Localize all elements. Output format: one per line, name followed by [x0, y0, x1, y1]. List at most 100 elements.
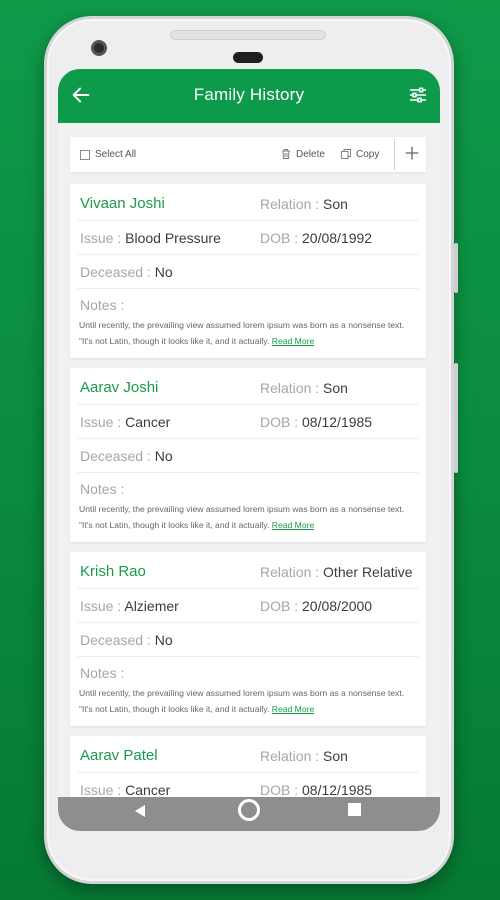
dob-value: 20/08/1992 — [302, 230, 373, 246]
deceased-field: Deceased : No — [80, 264, 173, 280]
dob-value: 08/12/1985 — [302, 414, 373, 430]
plus-icon[interactable] — [402, 143, 422, 163]
dob-label: DOB : — [260, 230, 303, 246]
dob-field: DOB : 08/12/1985 — [260, 782, 372, 798]
member-name: Vivaan Joshi — [80, 195, 165, 212]
relation-value: Other Relative — [323, 564, 413, 580]
issue-value: Alziemer — [124, 598, 179, 614]
delete-label: Delete — [296, 148, 325, 160]
volume-button — [454, 363, 458, 473]
front-camera — [91, 40, 107, 56]
card-notes-row: Notes : — [70, 470, 426, 504]
power-button — [454, 243, 458, 293]
deceased-value: No — [154, 448, 173, 464]
member-name: Aarav Patel — [80, 747, 158, 764]
app-bar: Family History — [58, 69, 440, 123]
read-more-link[interactable]: Read More — [272, 520, 315, 530]
card-issue-row: Issue : Blood Pressure DOB : 20/08/1992 — [70, 218, 426, 252]
dob-label: DOB : — [260, 782, 303, 798]
deceased-field: Deceased : No — [80, 448, 173, 464]
issue-field: Issue : Alziemer — [80, 598, 179, 614]
card-issue-row: Issue : Cancer DOB : 08/12/1985 — [70, 402, 426, 436]
relation-field: Relation : Son — [260, 748, 348, 764]
issue-label: Issue : — [80, 414, 126, 430]
card-notes-row: Notes : — [70, 654, 426, 688]
card-deceased-row: Deceased : No — [70, 620, 426, 654]
relation-field: Relation : Son — [260, 196, 348, 212]
issue-label: Issue : — [80, 230, 126, 246]
member-name: Krish Rao — [80, 563, 146, 580]
card-header-row: Krish Rao Relation : Other Relative — [70, 552, 426, 586]
relation-label: Relation : — [260, 564, 324, 580]
notes-text: Until recently, the prevailing view assu… — [79, 501, 419, 533]
relation-value: Son — [323, 196, 348, 212]
history-card[interactable]: Vivaan Joshi Relation : Son Issue : Bloo… — [70, 184, 426, 358]
card-header-row: Vivaan Joshi Relation : Son — [70, 184, 426, 218]
dob-label: DOB : — [260, 414, 303, 430]
notes-text: Until recently, the prevailing view assu… — [79, 317, 419, 349]
notes-text: Until recently, the prevailing view assu… — [79, 685, 419, 717]
nav-back-icon[interactable] — [132, 803, 148, 819]
page-title: Family History — [193, 85, 305, 104]
issue-value: Cancer — [125, 782, 171, 798]
system-nav-bar — [58, 797, 440, 831]
deceased-label: Deceased : — [80, 632, 155, 648]
relation-label: Relation : — [260, 748, 324, 764]
relation-field: Relation : Son — [260, 380, 348, 396]
select-all-label: Select All — [95, 149, 137, 160]
relation-value: Son — [323, 380, 348, 396]
deceased-field: Deceased : No — [80, 632, 173, 648]
card-header-row: Aarav Joshi Relation : Son — [70, 368, 426, 402]
speaker-grille — [170, 30, 326, 40]
dob-value: 08/12/1985 — [302, 782, 373, 798]
dob-field: DOB : 20/08/2000 — [260, 598, 372, 614]
issue-value: Cancer — [125, 414, 171, 430]
sliders-icon[interactable] — [408, 85, 428, 105]
trash-icon — [282, 149, 290, 159]
copy-label: Copy — [356, 148, 380, 160]
history-card[interactable]: Krish Rao Relation : Other Relative Issu… — [70, 552, 426, 726]
deceased-label: Deceased : — [80, 448, 155, 464]
card-header-row: Aarav Patel Relation : Son — [70, 736, 426, 770]
notes-body: Until recently, the prevailing view assu… — [79, 320, 405, 346]
delete-button[interactable]: Delete — [280, 148, 325, 160]
deceased-value: No — [154, 264, 173, 280]
issue-field: Issue : Blood Pressure — [80, 230, 221, 246]
issue-field: Issue : Cancer — [80, 414, 170, 430]
arrow-left-icon[interactable] — [70, 84, 92, 106]
dob-label: DOB : — [260, 598, 303, 614]
earpiece — [233, 52, 263, 63]
card-deceased-row: Deceased : No — [70, 436, 426, 470]
issue-field: Issue : Cancer — [80, 782, 170, 798]
deceased-label: Deceased : — [80, 264, 155, 280]
dob-field: DOB : 08/12/1985 — [260, 414, 372, 430]
dob-value: 20/08/2000 — [302, 598, 373, 614]
checkbox-icon[interactable] — [80, 149, 90, 160]
notes-label: Notes : — [80, 297, 125, 313]
deceased-value: No — [154, 632, 173, 648]
notes-body: Until recently, the prevailing view assu… — [79, 504, 405, 530]
nav-home-icon[interactable] — [238, 799, 260, 821]
relation-field: Relation : Other Relative — [260, 564, 413, 580]
relation-value: Son — [323, 748, 348, 764]
member-name: Aarav Joshi — [80, 379, 159, 396]
action-toolbar: Select All Delete Copy — [70, 137, 426, 172]
read-more-link[interactable]: Read More — [272, 336, 315, 346]
dob-field: DOB : 20/08/1992 — [260, 230, 372, 246]
relation-label: Relation : — [260, 380, 324, 396]
notes-label: Notes : — [80, 665, 125, 681]
toolbar-divider — [394, 139, 395, 170]
issue-label: Issue : — [80, 782, 126, 798]
copy-button[interactable]: Copy — [340, 148, 379, 160]
card-notes-row: Notes : — [70, 286, 426, 320]
card-issue-row: Issue : Alziemer DOB : 20/08/2000 — [70, 586, 426, 620]
read-more-link[interactable]: Read More — [272, 704, 315, 714]
history-card[interactable]: Aarav Joshi Relation : Son Issue : Cance… — [70, 368, 426, 542]
relation-label: Relation : — [260, 196, 324, 212]
card-deceased-row: Deceased : No — [70, 252, 426, 286]
family-history-list: Vivaan Joshi Relation : Son Issue : Bloo… — [70, 184, 426, 831]
nav-recents-icon[interactable] — [348, 803, 361, 816]
issue-value: Blood Pressure — [125, 230, 221, 246]
select-all-toggle[interactable]: Select All — [80, 149, 136, 160]
screen: Family History Select All Delete Copy Vi… — [58, 69, 440, 831]
